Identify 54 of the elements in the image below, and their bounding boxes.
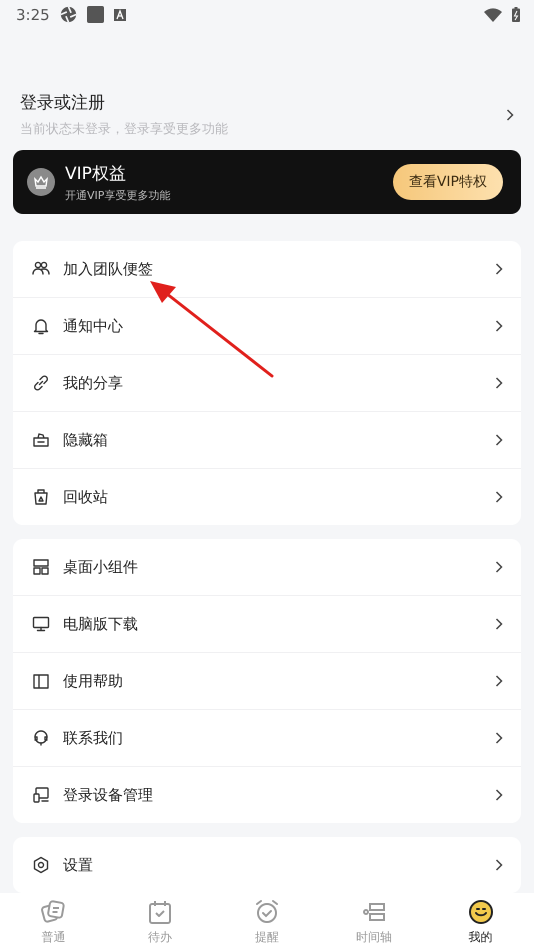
menu-label: 电脑版下载: [63, 614, 139, 634]
menu-label: 设置: [63, 856, 94, 874]
menu-item[interactable]: 登录设备管理: [13, 766, 521, 823]
menu-label: 登录设备管理: [63, 786, 154, 804]
notes-icon: [39, 898, 68, 926]
chevron-icon: [495, 434, 503, 446]
menu-item[interactable]: 联系我们: [13, 709, 521, 766]
crown-icon: [27, 168, 55, 196]
login-title[interactable]: 登录或注册: [20, 91, 506, 114]
menu-item[interactable]: 加入团队便签: [13, 241, 521, 297]
menu-label: 我的分享: [63, 374, 124, 392]
menu-label: 桌面小组件: [63, 558, 139, 576]
menu-label: 联系我们: [63, 728, 124, 748]
menu-item[interactable]: 电脑版下载: [13, 595, 521, 652]
chevron-icon: [495, 561, 503, 573]
chevron-icon: [495, 618, 503, 630]
widgets-icon: [31, 557, 51, 577]
devices-icon: [31, 785, 51, 805]
vip-subtitle: 开通VIP享受更多功能: [65, 188, 172, 203]
menu-item[interactable]: 通知中心: [13, 297, 521, 354]
menu-label: 通知中心: [63, 316, 124, 336]
menu-item[interactable]: 回收站: [13, 468, 521, 525]
battery-icon: [512, 7, 520, 22]
chevron-icon: [495, 320, 503, 332]
wifi-icon: [484, 8, 502, 22]
aperture-icon: [60, 6, 77, 24]
smiley-icon: [466, 898, 495, 926]
chevron-icon: [495, 491, 503, 503]
menu-item[interactable]: 隐藏箱: [13, 411, 521, 468]
menu-label: 加入团队便签: [63, 260, 154, 278]
menu-item[interactable]: 桌面小组件: [13, 539, 521, 595]
square-icon: [86, 6, 104, 24]
vip-button[interactable]: 查看VIP特权: [392, 164, 503, 200]
nav-tab[interactable]: 我的: [427, 893, 534, 950]
chevron-icon: [495, 675, 503, 687]
chevron-icon: [495, 263, 503, 275]
login-subtitle: 当前状态未登录，登录享受更多功能: [20, 121, 229, 138]
chevron-icon: [495, 732, 503, 744]
menu-item[interactable]: 使用帮助: [13, 652, 521, 709]
chevron-icon: [495, 789, 503, 801]
monitor-icon: [31, 614, 51, 634]
menu-item[interactable]: 我的分享: [13, 354, 521, 411]
chevron-icon: [495, 377, 503, 389]
chevron-icon: [506, 108, 514, 121]
settings-icon: [31, 855, 51, 875]
menu-label: 回收站: [63, 488, 109, 506]
menu-item[interactable]: 设置: [13, 837, 521, 893]
status-time: 3:25: [16, 6, 50, 24]
menu-label: 隐藏箱: [63, 430, 109, 450]
chevron-icon: [495, 859, 503, 871]
menu-label: 使用帮助: [63, 672, 124, 690]
link-icon: [31, 373, 51, 393]
keyboard-icon: [114, 8, 126, 21]
vip-title: VIP权益: [65, 162, 127, 185]
